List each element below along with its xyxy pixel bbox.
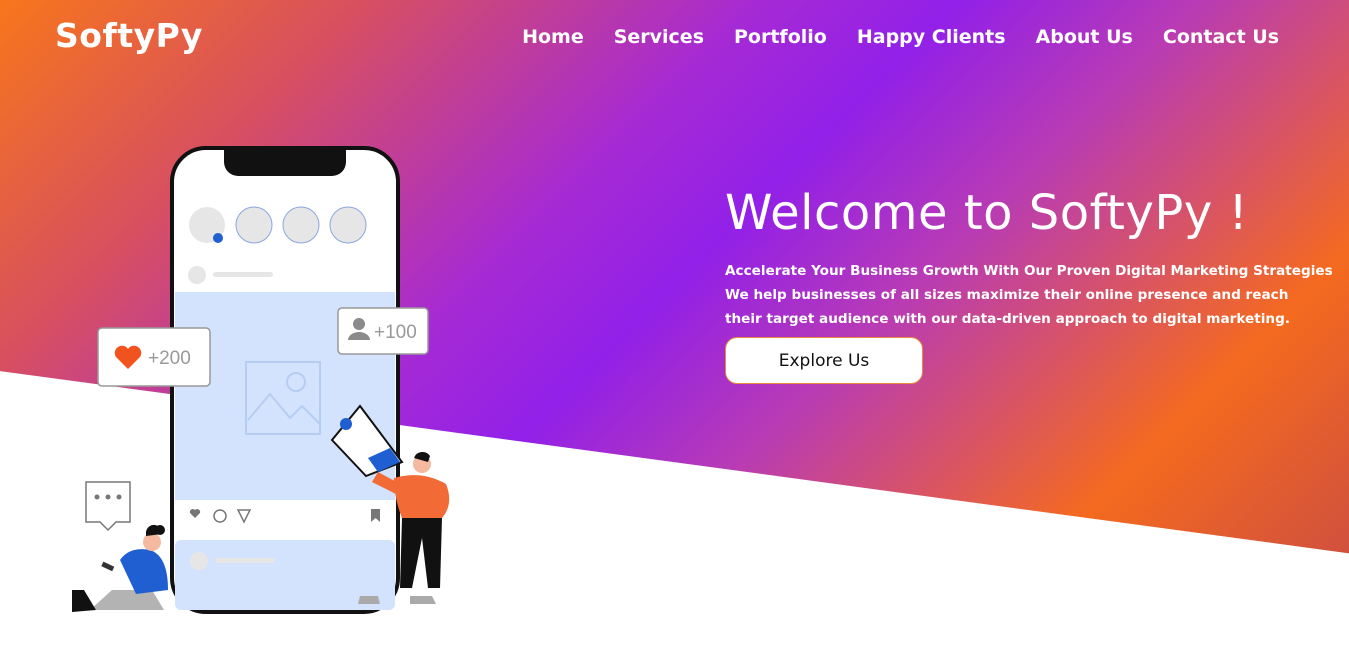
nav-about-us[interactable]: About Us xyxy=(1036,26,1133,48)
sitting-person xyxy=(72,524,168,612)
hero-text-block: Welcome to SoftyPy ! Accelerate Your Bus… xyxy=(725,185,1333,331)
nav-portfolio[interactable]: Portfolio xyxy=(734,26,827,48)
likes-badge: +200 xyxy=(97,327,211,387)
chat-bubble-icon xyxy=(85,481,131,532)
hero-illustration: +200 +100 xyxy=(72,146,450,614)
hero-description: We help businesses of all sizes maximize… xyxy=(725,287,1290,327)
explore-us-button[interactable]: Explore Us xyxy=(725,337,923,384)
hero-tagline: Accelerate Your Business Growth With Our… xyxy=(725,263,1333,279)
nav-contact-us[interactable]: Contact Us xyxy=(1163,26,1279,48)
likes-count: +200 xyxy=(148,348,191,369)
brand-logo[interactable]: SoftyPy xyxy=(55,16,203,55)
nav-home[interactable]: Home xyxy=(522,26,584,48)
followers-count: +100 xyxy=(374,322,417,343)
hero-title: Welcome to SoftyPy ! xyxy=(725,185,1249,241)
nav-happy-clients[interactable]: Happy Clients xyxy=(857,26,1006,48)
followers-badge: +100 xyxy=(337,307,429,355)
main-nav: Home Services Portfolio Happy Clients Ab… xyxy=(522,26,1279,48)
nav-services[interactable]: Services xyxy=(614,26,704,48)
